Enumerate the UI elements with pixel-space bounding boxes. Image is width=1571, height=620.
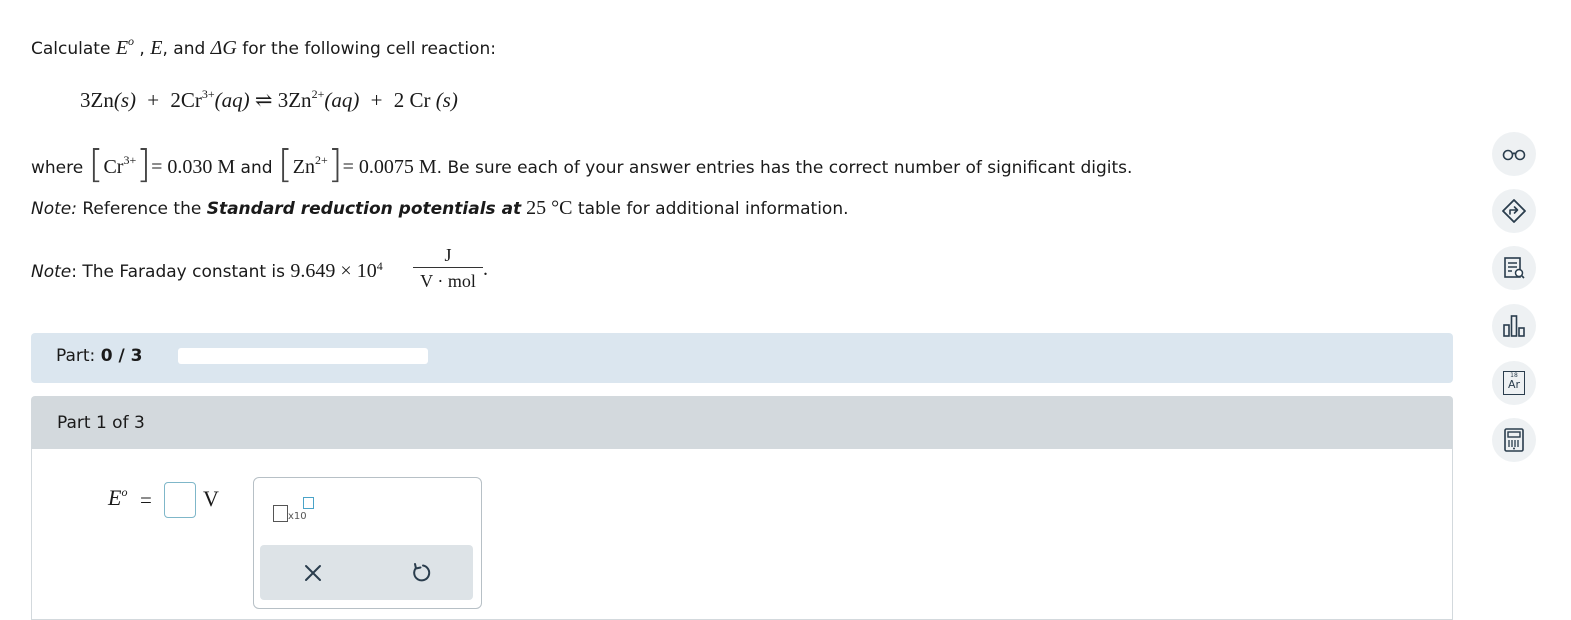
symbol-e: E <box>150 37 163 59</box>
calc-prefix: Calculate <box>31 39 116 59</box>
zn-charge: 2+ <box>314 153 328 167</box>
undo-icon <box>413 563 431 582</box>
plus-sign: + <box>147 88 160 112</box>
part-label: Part: <box>56 346 96 366</box>
faraday-period: . <box>483 258 488 280</box>
faraday-mantissa: 9.649 × 10 <box>290 260 377 282</box>
question-prompt: Calculate Eo , E, and ΔG for the followi… <box>31 34 496 60</box>
part-count: 0 / 3 <box>100 346 143 366</box>
part-header <box>31 396 1453 449</box>
unit-label: V <box>203 486 219 511</box>
progress-track <box>178 348 428 364</box>
clear-button[interactable] <box>296 556 330 590</box>
cr-ion: Cr <box>103 156 124 178</box>
answer-symbol-base: E <box>108 485 122 510</box>
product-cr: 2 Cr <box>393 88 431 112</box>
zn-ion: Zn <box>292 156 315 178</box>
notes-icon <box>1504 257 1525 279</box>
periodic-table-button[interactable]: 18 Ar <box>1492 361 1536 405</box>
navigate-icon <box>1502 199 1526 223</box>
cr-charge: 3+ <box>123 153 137 167</box>
reactant-cr: 2Cr <box>170 88 202 112</box>
faraday-denominator: V · mol <box>420 271 476 291</box>
reduction-potentials-link[interactable]: Standard reduction potentials at <box>207 199 521 219</box>
cell-reaction: 3Zn(s) + 2Cr3+(aq) ⇌ 3Zn2+(aq) + 2 Cr (s… <box>80 87 458 113</box>
symbol-e0: Eo <box>115 34 135 59</box>
faraday-numerator: J <box>444 245 452 265</box>
undo-button[interactable] <box>404 556 438 590</box>
calc-suffix: for the following cell reaction: <box>236 39 496 59</box>
calculator-button[interactable] <box>1492 418 1536 462</box>
charge-3plus: 3+ <box>201 87 215 101</box>
notes-button[interactable] <box>1492 246 1536 290</box>
note-label: Note: <box>31 199 77 219</box>
tool-actions-bar <box>260 545 473 600</box>
navigate-button[interactable] <box>1492 189 1536 233</box>
and-label: and <box>240 158 273 178</box>
symbol-e0-sup: o <box>128 34 135 48</box>
periodic-table-icon: 18 Ar <box>1503 371 1525 395</box>
base-box-icon <box>273 505 288 522</box>
glasses-icon <box>1502 149 1526 161</box>
note-text: table for additional information. <box>572 199 849 219</box>
equals-sign: = <box>140 488 152 512</box>
plus-sign: + <box>370 88 383 112</box>
state-aq: (aq) <box>324 88 360 112</box>
calculator-icon <box>1504 428 1524 452</box>
symbol-e0-base: E <box>115 37 129 59</box>
part-body <box>31 449 1453 620</box>
bar-chart-icon <box>1503 315 1525 337</box>
state-s: (s) <box>435 88 458 112</box>
answer-symbol: Eo <box>108 485 127 511</box>
left-bracket: [ <box>277 142 293 186</box>
sep1: , <box>134 39 151 59</box>
note-text: Reference the <box>76 199 207 219</box>
temperature: 25 °C <box>521 197 573 219</box>
exponent-box-icon <box>303 497 314 509</box>
close-icon <box>305 565 321 581</box>
note-label: Note <box>31 262 72 282</box>
charge-2plus: 2+ <box>311 87 325 101</box>
equilibrium-arrow: ⇌ <box>254 88 273 112</box>
zn-concentration: = 0.0075 M <box>342 156 437 178</box>
answer-symbol-sup: o <box>121 485 128 499</box>
part-title: Part 1 of 3 <box>57 413 145 433</box>
product-zn: 3Zn <box>277 88 312 112</box>
note-reference: Note: Reference the Standard reduction p… <box>31 197 849 220</box>
sep2: , and <box>162 39 211 59</box>
left-bracket: [ <box>88 142 104 186</box>
sigfig-instruction: . Be sure each of your answer entries ha… <box>436 158 1133 178</box>
state-s: (s) <box>113 88 136 112</box>
note-text: : The Faraday constant is <box>71 262 291 282</box>
note-faraday: Note: The Faraday constant is 9.649 × 10… <box>31 259 383 283</box>
symbol-delta-g: ΔG <box>210 37 237 59</box>
chart-button[interactable] <box>1492 304 1536 348</box>
cr-concentration: = 0.030 M <box>151 156 236 178</box>
e0-answer-input[interactable] <box>164 482 196 518</box>
state-aq: (aq) <box>214 88 250 112</box>
glasses-button[interactable] <box>1492 132 1536 176</box>
right-bracket: ] <box>136 142 152 186</box>
part-progress-label: Part: 0 / 3 <box>56 346 142 366</box>
x10-button[interactable]: x10 <box>270 495 320 527</box>
x10-label: x10 <box>288 511 307 522</box>
concentrations-line: where [Cr3+]= 0.030 M and [Zn2+]= 0.0075… <box>31 138 1133 186</box>
reactant-zn: 3Zn <box>80 88 114 112</box>
faraday-fraction: J V · mol <box>413 243 483 294</box>
faraday-exponent: 4 <box>376 259 383 273</box>
element-symbol: Ar <box>1507 378 1521 391</box>
where-label: where <box>31 158 84 178</box>
right-bracket: ] <box>327 142 343 186</box>
